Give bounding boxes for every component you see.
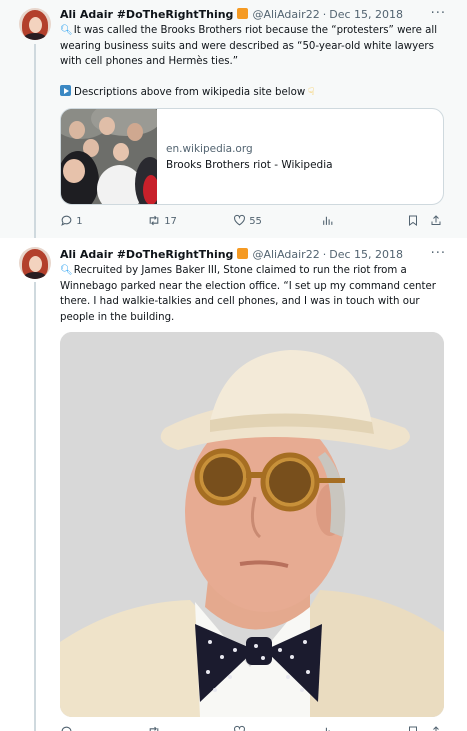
more-options-icon[interactable]: ··· <box>431 245 446 263</box>
share-button[interactable] <box>430 213 442 231</box>
tweet-text: 🔍︎Recruited by James Baker III, Stone cl… <box>60 263 450 325</box>
retweet-icon <box>149 726 159 731</box>
author-handle[interactable]: @AliAdair22 <box>252 8 319 21</box>
like-button[interactable] <box>233 724 246 731</box>
tweet-line: people in the building. <box>60 311 175 323</box>
tweet-text: 🔍︎It was called the Brooks Brothers riot… <box>60 23 450 101</box>
tweet-line: Descriptions above from wikipedia site b… <box>74 87 306 98</box>
separator-dot: · <box>322 8 327 21</box>
link-card-title: Brooks Brothers riot - Wikipedia <box>166 159 333 171</box>
link-card-domain: en.wikipedia.org <box>166 143 253 155</box>
tweet-2[interactable]: Ali Adair #DoTheRightThing @AliAdair22 · De… <box>0 238 467 731</box>
tweet-actions-partial <box>60 724 444 731</box>
tweet-line: with cell phones and Hermès ties.” <box>60 56 239 67</box>
retweet-count: 17 <box>164 216 177 227</box>
author-name[interactable]: Ali Adair #DoTheRightThing <box>60 248 233 261</box>
tweet-photo[interactable] <box>60 332 444 717</box>
tweet-line: Recruited by James Baker III, Stone clai… <box>73 265 407 276</box>
link-card-thumbnail <box>61 109 157 204</box>
avatar[interactable] <box>19 8 51 40</box>
bookmark-icon <box>409 726 417 731</box>
heart-icon <box>234 214 245 226</box>
thread-connector-line <box>34 282 36 731</box>
avatar[interactable] <box>19 247 51 279</box>
reply-icon <box>61 726 72 731</box>
tweet-1[interactable]: Ali Adair #DoTheRightThing @AliAdair22 · De… <box>0 0 467 238</box>
play-button-icon <box>60 85 71 96</box>
tweet-line: It was called the Brooks Brothers riot b… <box>73 25 438 36</box>
like-button[interactable]: 55 <box>233 213 262 231</box>
tweet-header: Ali Adair #DoTheRightThing @AliAdair22 · De… <box>60 246 403 264</box>
share-button[interactable] <box>430 724 442 731</box>
separator-dot: · <box>322 248 327 261</box>
tweet-date[interactable]: Dec 15, 2018 <box>329 8 403 21</box>
magnifying-glass-icon: 🔍︎ <box>60 25 73 36</box>
tweet-header: Ali Adair #DoTheRightThing @AliAdair22 · De… <box>60 6 403 24</box>
reply-count: 1 <box>76 216 83 227</box>
reply-button[interactable]: 1 <box>60 213 83 231</box>
link-card[interactable]: en.wikipedia.org Brooks Brothers riot - … <box>60 108 444 205</box>
author-handle[interactable]: @AliAdair22 <box>252 248 319 261</box>
magnifying-glass-icon: 🔍︎ <box>60 265 73 276</box>
views-button[interactable] <box>321 213 334 231</box>
bookmark-button[interactable] <box>407 724 419 731</box>
pointing-down-icon: ☟ <box>308 87 315 98</box>
tweet-line: Winnebago parked near the election offic… <box>60 280 436 292</box>
retweet-button[interactable] <box>147 724 161 731</box>
bookmark-icon <box>409 215 417 226</box>
tweet-line: wearing business suits and were describe… <box>60 40 434 52</box>
share-icon <box>433 726 439 731</box>
retweet-button[interactable]: 17 <box>147 213 177 231</box>
share-icon <box>431 215 441 225</box>
verified-badge-icon <box>237 248 249 259</box>
verified-badge-icon <box>237 8 249 19</box>
heart-icon <box>234 725 245 731</box>
analytics-icon <box>325 727 330 731</box>
thread-connector-line <box>34 44 36 238</box>
bookmark-button[interactable] <box>407 213 419 231</box>
like-count: 55 <box>249 216 262 227</box>
link-card-text: en.wikipedia.org Brooks Brothers riot - … <box>166 141 333 173</box>
analytics-icon <box>323 216 333 225</box>
retweet-icon <box>149 215 159 226</box>
tweet-date[interactable]: Dec 15, 2018 <box>329 248 403 261</box>
reply-icon <box>61 215 72 226</box>
tweet-line: there. I had walkie-talkies and cell pho… <box>60 296 420 307</box>
tweet-actions: 1 17 55 <box>60 213 444 231</box>
author-name[interactable]: Ali Adair #DoTheRightThing <box>60 8 233 21</box>
portrait-photo-image <box>60 332 444 717</box>
more-options-icon[interactable]: ··· <box>431 5 446 23</box>
views-button[interactable] <box>321 724 334 731</box>
reply-button[interactable] <box>60 724 73 731</box>
